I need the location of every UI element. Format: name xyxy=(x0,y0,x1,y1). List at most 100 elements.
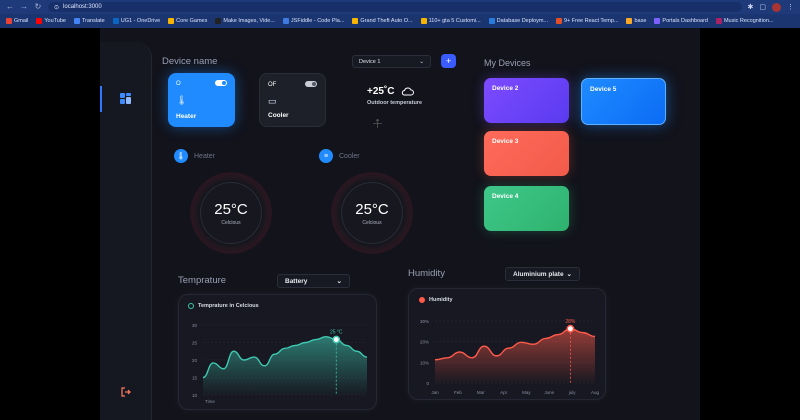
heater-label: Heater xyxy=(176,113,197,120)
bookmark-favicon-icon xyxy=(352,18,359,24)
bookmark-label: Translate xyxy=(82,18,105,24)
bookmark-label: UG1 - OneDrive xyxy=(120,18,161,24)
dashboard: Device name O 🌡︎ Heater OF ▭ Cooler Devi… xyxy=(100,28,700,420)
reload-icon[interactable]: ↻ xyxy=(34,3,42,11)
address-bar[interactable]: ⊙ localhost:3000 xyxy=(48,2,742,12)
ac-unit-icon: ≡ xyxy=(319,149,333,163)
x-tick-label: Jan xyxy=(431,390,439,395)
x-tick-label: july xyxy=(568,390,577,395)
device-card-4[interactable]: Device 4 xyxy=(484,186,569,231)
menu-icon[interactable]: ⋮ xyxy=(787,3,794,11)
series-area xyxy=(435,328,595,383)
bookmark-item[interactable]: base xyxy=(626,18,646,24)
device-select-value: Device 1 xyxy=(359,58,381,65)
x-tick-label: Aug xyxy=(591,390,600,395)
bookmark-item[interactable]: YouTube xyxy=(36,18,66,24)
profile-avatar[interactable] xyxy=(772,2,781,12)
url-text: localhost:3000 xyxy=(63,4,102,10)
y-tick-label: 10 xyxy=(192,393,198,398)
cooler-sub-label: Cooler xyxy=(339,152,360,160)
temperature-chart: 30 25 20 15 10 25 °C Time xyxy=(192,323,368,404)
device-card-5[interactable]: Device 5 xyxy=(581,78,666,125)
chevron-down-icon: ⌄ xyxy=(336,278,342,285)
humidity-title: Humidity xyxy=(408,268,445,279)
temperature-dropdown-value: Battery xyxy=(285,277,308,285)
cloud-icon xyxy=(401,87,414,96)
cooler-toggle[interactable] xyxy=(305,81,317,87)
temperature-chart-card: Temprature in Celcious 30 25 20 15 10 25 °C Ti… xyxy=(178,294,377,410)
bookmark-favicon-icon xyxy=(6,18,12,24)
forward-icon[interactable]: → xyxy=(20,3,28,11)
x-tick-label: June xyxy=(544,390,554,395)
extensions-icon[interactable]: ✱ xyxy=(748,3,754,11)
humidity-dropdown[interactable]: Aluminium plate ⌄ xyxy=(505,267,580,281)
site-info-icon[interactable]: ⊙ xyxy=(54,4,59,11)
bookmark-item[interactable]: Portals Dashboard xyxy=(654,18,708,24)
bookmark-label: YouTube xyxy=(44,18,66,24)
bookmark-favicon-icon xyxy=(282,18,289,24)
highlight-point xyxy=(332,335,341,344)
humidity-chart: 30% 20% 10% 0 28% Jan Feb Mar Apr May June july Aug xyxy=(420,319,600,395)
bookmark-item[interactable]: Translate xyxy=(74,18,105,24)
heater-gauge: 25°C Celcious xyxy=(190,172,272,254)
bookmark-item[interactable]: Gmail xyxy=(6,18,28,24)
cooler-subheader: ≡ Cooler xyxy=(319,149,360,163)
y-tick-label: 15 xyxy=(192,376,198,381)
back-icon[interactable]: ← xyxy=(6,3,14,11)
device-card-2[interactable]: Device 2 xyxy=(484,78,569,123)
sidebar xyxy=(100,42,152,420)
heater-toggle[interactable] xyxy=(215,80,227,86)
cooler-label: Cooler xyxy=(268,112,289,119)
bookmark-item[interactable]: 110+ gta 5 Customi... xyxy=(420,18,481,24)
add-device-button[interactable]: + xyxy=(441,54,456,68)
highlight-label: 25 °C xyxy=(330,330,343,336)
bookmark-item[interactable]: JSFiddle - Code Pla... xyxy=(282,18,344,24)
bookmark-item[interactable]: Core Games xyxy=(168,18,207,24)
bookmark-favicon-icon xyxy=(215,18,222,24)
chevron-down-icon: ⌄ xyxy=(566,271,572,278)
dashboard-icon[interactable] xyxy=(120,93,131,104)
heater-gauge-value: 25°C xyxy=(214,200,248,218)
bookmark-label: Gmail xyxy=(14,18,29,24)
heater-state: O xyxy=(176,81,181,87)
bookmark-favicon-icon xyxy=(74,18,80,24)
bookmark-item[interactable]: Music Recognition... xyxy=(715,18,774,24)
bookmark-favicon-icon xyxy=(420,18,427,24)
y-tick-label: 30 xyxy=(192,323,198,328)
y-tick-label: 30% xyxy=(420,319,429,324)
bookmark-label: 110+ gta 5 Customi... xyxy=(428,18,481,24)
bookmark-favicon-icon xyxy=(626,18,633,24)
bookmark-favicon-icon xyxy=(112,18,119,24)
sidepanel-icon[interactable]: ▢ xyxy=(759,3,766,11)
cooler-gauge-value: 25°C xyxy=(355,200,389,218)
bookmark-label: Grand Theft Auto O... xyxy=(360,18,413,24)
bookmark-label: 9+ Free React Temp... xyxy=(564,18,619,24)
bookmark-item[interactable]: 9+ Free React Temp... xyxy=(556,18,618,24)
bookmark-label: Database Deploym... xyxy=(496,18,548,24)
bookmark-item[interactable]: UG1 - OneDrive xyxy=(112,18,161,24)
device-select[interactable]: Device 1 ⌄ xyxy=(352,55,431,68)
y-tick-label: 10% xyxy=(420,360,429,365)
bookmark-favicon-icon xyxy=(654,18,661,24)
thermometer-icon: 🌡︎ xyxy=(174,149,188,163)
logout-icon[interactable] xyxy=(120,386,132,398)
cooler-card[interactable]: OF ▭ Cooler xyxy=(259,73,326,127)
bookmark-favicon-icon xyxy=(168,18,175,24)
temperature-dropdown[interactable]: Battery ⌄ xyxy=(277,274,350,288)
x-axis-label: Time xyxy=(205,399,215,404)
bookmark-item[interactable]: Grand Theft Auto O... xyxy=(352,18,413,24)
y-tick-label: 25 xyxy=(192,341,198,346)
cooler-gauge: 25°C Celcious xyxy=(331,172,413,254)
cooler-state: OF xyxy=(268,82,277,88)
heater-subheader: 🌡︎ Heater xyxy=(174,149,215,163)
device-card-3[interactable]: Device 3 xyxy=(484,131,569,176)
bookmark-item[interactable]: Database Deploym... xyxy=(488,18,548,24)
highlight-point xyxy=(566,324,575,333)
mouse-cursor-icon xyxy=(373,119,382,128)
series-area xyxy=(203,336,367,395)
bookmark-item[interactable]: Make Images, Vide... xyxy=(215,18,275,24)
bookmark-favicon-icon xyxy=(488,18,495,24)
bookmark-label: Portals Dashboard xyxy=(662,18,708,24)
browser-toolbar: ← → ↻ ⊙ localhost:3000 ✱ ▢ ⋮ xyxy=(0,0,800,14)
heater-card[interactable]: O 🌡︎ Heater xyxy=(168,73,235,127)
